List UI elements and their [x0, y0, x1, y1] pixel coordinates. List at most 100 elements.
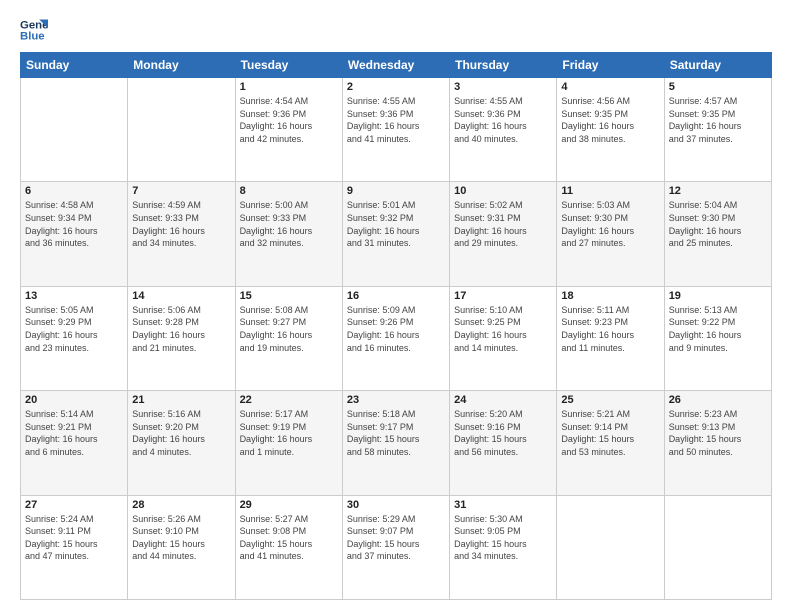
week-row-2: 6 Sunrise: 4:58 AMSunset: 9:34 PMDaylight…: [21, 182, 772, 286]
col-header-monday: Monday: [128, 53, 235, 78]
header: General Blue: [20, 16, 772, 44]
calendar-cell: 3 Sunrise: 4:55 AMSunset: 9:36 PMDaylight…: [450, 78, 557, 182]
cell-data: Sunrise: 4:55 AMSunset: 9:36 PMDaylight:…: [347, 95, 445, 145]
calendar-cell: 21Sunrise: 5:16 AMSunset: 9:20 PMDayligh…: [128, 391, 235, 495]
calendar-cell: 4 Sunrise: 4:56 AMSunset: 9:35 PMDaylight…: [557, 78, 664, 182]
cell-data: Sunrise: 4:55 AMSunset: 9:36 PMDaylight:…: [454, 95, 552, 145]
calendar-cell: 8Sunrise: 5:00 AMSunset: 9:33 PMDaylight…: [235, 182, 342, 286]
cell-data: Sunrise: 5:00 AMSunset: 9:33 PMDaylight:…: [240, 199, 338, 249]
calendar-cell: 25 Sunrise: 5:21 AMSunset: 9:14 PMDayligh…: [557, 391, 664, 495]
calendar-cell: 6 Sunrise: 4:58 AMSunset: 9:34 PMDaylight…: [21, 182, 128, 286]
cell-data: Sunrise: 5:02 AMSunset: 9:31 PMDaylight:…: [454, 199, 552, 249]
logo: General Blue: [20, 16, 52, 44]
day-number: 17: [454, 290, 552, 302]
cell-data: Sunrise: 5:26 AMSunset: 9:10 PMDaylight:…: [132, 513, 230, 563]
day-number: 1: [240, 81, 338, 93]
day-number: 11: [561, 185, 659, 197]
day-number: 25: [561, 394, 659, 406]
day-number: 13: [25, 290, 123, 302]
day-number: 19: [669, 290, 767, 302]
cell-data: Sunrise: 5:21 AMSunset: 9:14 PMDaylight:…: [561, 408, 659, 458]
cell-data: Sunrise: 5:30 AMSunset: 9:05 PMDaylight:…: [454, 513, 552, 563]
day-number: 5: [669, 81, 767, 93]
col-header-friday: Friday: [557, 53, 664, 78]
cell-data: Sunrise: 4:58 AMSunset: 9:34 PMDaylight:…: [25, 199, 123, 249]
cell-data: Sunrise: 5:23 AMSunset: 9:13 PMDaylight:…: [669, 408, 767, 458]
day-number: 14: [132, 290, 230, 302]
cell-data: Sunrise: 5:08 AMSunset: 9:27 PMDaylight:…: [240, 304, 338, 354]
day-number: 12: [669, 185, 767, 197]
col-header-thursday: Thursday: [450, 53, 557, 78]
day-number: 22: [240, 394, 338, 406]
logo-icon: General Blue: [20, 16, 48, 44]
day-number: 23: [347, 394, 445, 406]
cell-data: Sunrise: 5:04 AMSunset: 9:30 PMDaylight:…: [669, 199, 767, 249]
cell-data: Sunrise: 5:18 AMSunset: 9:17 PMDaylight:…: [347, 408, 445, 458]
calendar-cell: 30Sunrise: 5:29 AMSunset: 9:07 PMDayligh…: [342, 495, 449, 599]
day-number: 28: [132, 499, 230, 511]
calendar-cell: 14 Sunrise: 5:06 AMSunset: 9:28 PMDayligh…: [128, 286, 235, 390]
day-number: 24: [454, 394, 552, 406]
calendar-cell: 22 Sunrise: 5:17 AMSunset: 9:19 PMDayligh…: [235, 391, 342, 495]
calendar-cell: 18Sunrise: 5:11 AMSunset: 9:23 PMDayligh…: [557, 286, 664, 390]
calendar-cell: 7 Sunrise: 4:59 AMSunset: 9:33 PMDaylight…: [128, 182, 235, 286]
week-row-4: 20 Sunrise: 5:14 AMSunset: 9:21 PMDayligh…: [21, 391, 772, 495]
calendar-cell: 28 Sunrise: 5:26 AMSunset: 9:10 PMDayligh…: [128, 495, 235, 599]
calendar-cell: [664, 495, 771, 599]
calendar-cell: 20 Sunrise: 5:14 AMSunset: 9:21 PMDayligh…: [21, 391, 128, 495]
cell-data: Sunrise: 4:59 AMSunset: 9:33 PMDaylight:…: [132, 199, 230, 249]
cell-data: Sunrise: 5:05 AMSunset: 9:29 PMDaylight:…: [25, 304, 123, 354]
day-number: 21: [132, 394, 230, 406]
day-number: 9: [347, 185, 445, 197]
calendar-cell: 12 Sunrise: 5:04 AMSunset: 9:30 PMDayligh…: [664, 182, 771, 286]
day-number: 6: [25, 185, 123, 197]
day-number: 15: [240, 290, 338, 302]
day-number: 18: [561, 290, 659, 302]
cell-data: Sunrise: 5:03 AMSunset: 9:30 PMDaylight:…: [561, 199, 659, 249]
day-number: 16: [347, 290, 445, 302]
col-header-tuesday: Tuesday: [235, 53, 342, 78]
cell-data: Sunrise: 5:24 AMSunset: 9:11 PMDaylight:…: [25, 513, 123, 563]
calendar-cell: 10 Sunrise: 5:02 AMSunset: 9:31 PMDayligh…: [450, 182, 557, 286]
col-header-sunday: Sunday: [21, 53, 128, 78]
col-header-saturday: Saturday: [664, 53, 771, 78]
cell-data: Sunrise: 5:09 AMSunset: 9:26 PMDaylight:…: [347, 304, 445, 354]
day-number: 20: [25, 394, 123, 406]
calendar-cell: 1 Sunrise: 4:54 AMSunset: 9:36 PMDaylight…: [235, 78, 342, 182]
header-row: SundayMondayTuesdayWednesdayThursdayFrid…: [21, 53, 772, 78]
day-number: 27: [25, 499, 123, 511]
cell-data: Sunrise: 4:56 AMSunset: 9:35 PMDaylight:…: [561, 95, 659, 145]
cell-data: Sunrise: 5:17 AMSunset: 9:19 PMDaylight:…: [240, 408, 338, 458]
calendar-cell: [557, 495, 664, 599]
week-row-3: 13 Sunrise: 5:05 AMSunset: 9:29 PMDayligh…: [21, 286, 772, 390]
page: General Blue SundayMondayTuesdayWednesda…: [0, 0, 792, 612]
cell-data: Sunrise: 5:13 AMSunset: 9:22 PMDaylight:…: [669, 304, 767, 354]
calendar-cell: 2 Sunrise: 4:55 AMSunset: 9:36 PMDaylight…: [342, 78, 449, 182]
cell-data: Sunrise: 5:14 AMSunset: 9:21 PMDaylight:…: [25, 408, 123, 458]
calendar-cell: 5Sunrise: 4:57 AMSunset: 9:35 PMDaylight…: [664, 78, 771, 182]
calendar-cell: 16 Sunrise: 5:09 AMSunset: 9:26 PMDayligh…: [342, 286, 449, 390]
cell-data: Sunrise: 5:29 AMSunset: 9:07 PMDaylight:…: [347, 513, 445, 563]
day-number: 4: [561, 81, 659, 93]
day-number: 7: [132, 185, 230, 197]
calendar-cell: 31Sunrise: 5:30 AMSunset: 9:05 PMDayligh…: [450, 495, 557, 599]
week-row-1: 1 Sunrise: 4:54 AMSunset: 9:36 PMDaylight…: [21, 78, 772, 182]
calendar-cell: 29Sunrise: 5:27 AMSunset: 9:08 PMDayligh…: [235, 495, 342, 599]
cell-data: Sunrise: 5:06 AMSunset: 9:28 PMDaylight:…: [132, 304, 230, 354]
calendar-cell: 24 Sunrise: 5:20 AMSunset: 9:16 PMDayligh…: [450, 391, 557, 495]
calendar-cell: 27 Sunrise: 5:24 AMSunset: 9:11 PMDayligh…: [21, 495, 128, 599]
calendar-cell: 9 Sunrise: 5:01 AMSunset: 9:32 PMDaylight…: [342, 182, 449, 286]
calendar-cell: 17Sunrise: 5:10 AMSunset: 9:25 PMDayligh…: [450, 286, 557, 390]
day-number: 2: [347, 81, 445, 93]
day-number: 3: [454, 81, 552, 93]
cell-data: Sunrise: 4:54 AMSunset: 9:36 PMDaylight:…: [240, 95, 338, 145]
cell-data: Sunrise: 5:20 AMSunset: 9:16 PMDaylight:…: [454, 408, 552, 458]
cell-data: Sunrise: 5:01 AMSunset: 9:32 PMDaylight:…: [347, 199, 445, 249]
day-number: 29: [240, 499, 338, 511]
calendar-table: SundayMondayTuesdayWednesdayThursdayFrid…: [20, 52, 772, 600]
day-number: 10: [454, 185, 552, 197]
calendar-cell: [21, 78, 128, 182]
calendar-cell: 15 Sunrise: 5:08 AMSunset: 9:27 PMDayligh…: [235, 286, 342, 390]
calendar-cell: 23 Sunrise: 5:18 AMSunset: 9:17 PMDayligh…: [342, 391, 449, 495]
week-row-5: 27 Sunrise: 5:24 AMSunset: 9:11 PMDayligh…: [21, 495, 772, 599]
